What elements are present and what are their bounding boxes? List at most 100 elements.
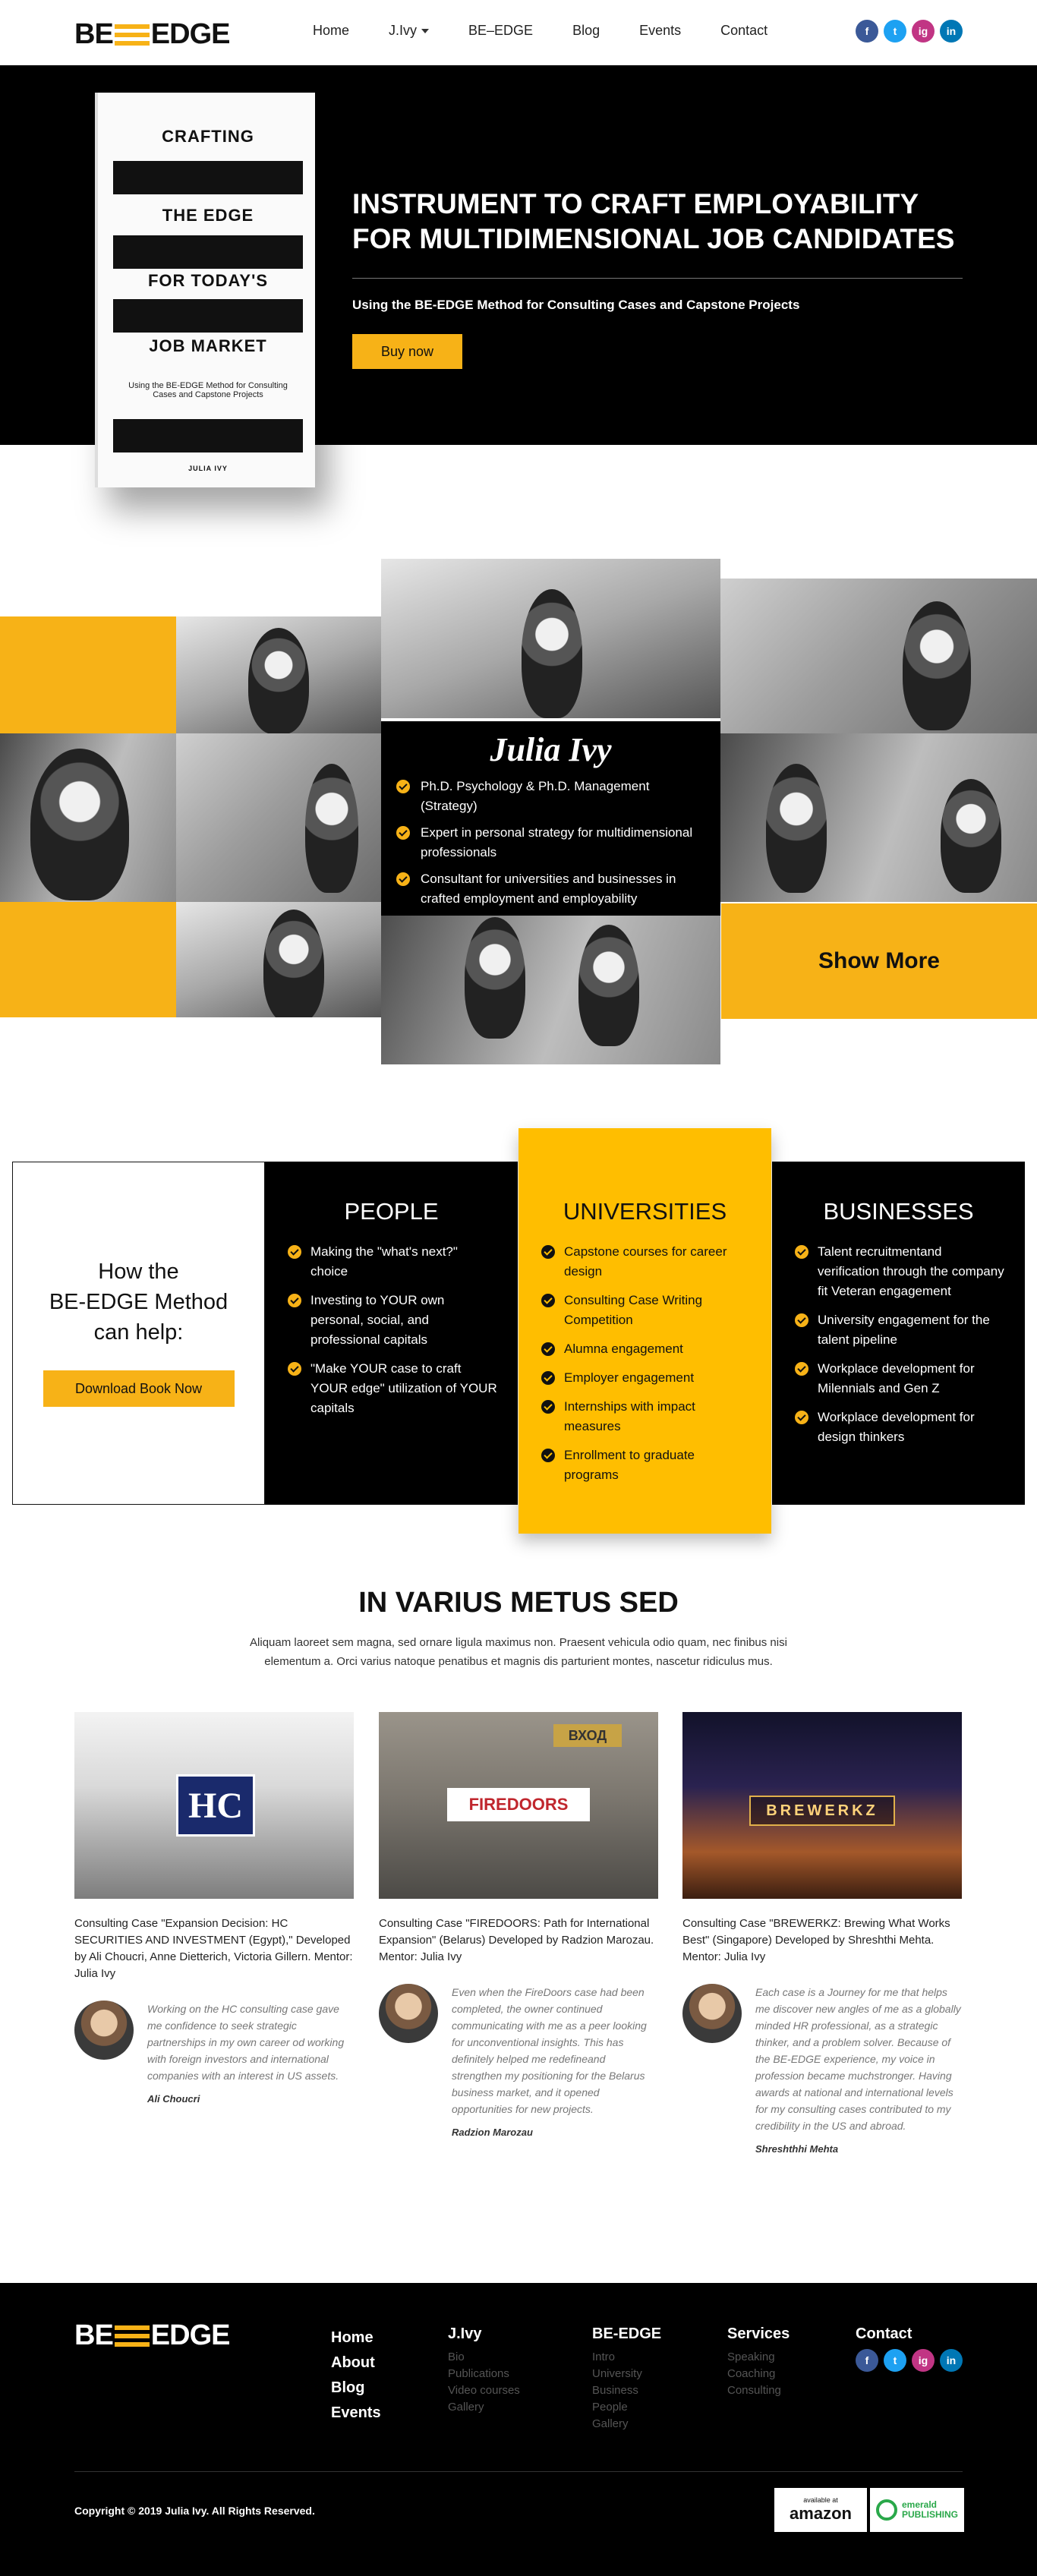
copyright: Copyright © 2019 Julia Ivy. All Rights R… — [74, 2505, 315, 2517]
testimonial-quote: Each case is a Journey for me that helps… — [755, 1986, 961, 2132]
how-intro-card: How the BE-EDGE Method can help: Downloa… — [12, 1162, 265, 1505]
footer-link-events[interactable]: Events — [331, 2404, 381, 2421]
avatar — [379, 1984, 438, 2043]
check-icon — [288, 1362, 301, 1376]
footer-link[interactable]: Coaching — [727, 2367, 775, 2380]
testimonial-author: Radzion Marozau — [452, 2127, 533, 2138]
logo-bars-icon — [114, 24, 150, 46]
twitter-icon[interactable]: t — [884, 2349, 906, 2372]
amazon-badge[interactable]: available at amazon — [774, 2488, 867, 2532]
case-card: BREWERKZ Consulting Case "BREWERKZ: Brew… — [682, 1712, 962, 2155]
facebook-icon[interactable]: f — [856, 20, 878, 43]
list-item-text: Employer engagement — [564, 1370, 695, 1385]
photo-tile — [381, 559, 720, 718]
linkedin-icon[interactable]: in — [940, 20, 963, 43]
testimonial: Working on the HC consulting case gave m… — [74, 2001, 354, 2105]
footer-link[interactable]: Intro — [592, 2351, 615, 2363]
nav-blog[interactable]: Blog — [572, 23, 600, 39]
instagram-icon[interactable]: ig — [912, 20, 935, 43]
nav-be-edge[interactable]: BE–EDGE — [468, 23, 533, 39]
hero-divider — [352, 278, 963, 279]
footer-link[interactable]: Speaking — [727, 2351, 775, 2363]
case-image[interactable]: HC — [74, 1712, 354, 1899]
check-icon — [396, 780, 410, 793]
bio-point-text: Consultant for universities and business… — [421, 872, 676, 906]
testimonial-quote: Working on the HC consulting case gave m… — [147, 2003, 345, 2082]
footer-link[interactable]: People — [592, 2401, 628, 2414]
check-icon — [795, 1362, 808, 1376]
list-item-text: Consulting Case Writing Competition — [564, 1293, 703, 1327]
logo-right-text: EDGE — [150, 18, 231, 50]
testimonial-quote: Even when the FireDoors case had been co… — [452, 1986, 647, 2115]
nav-jivy[interactable]: J.Ivy — [389, 23, 430, 39]
list-item-text: "Make YOUR case to craft YOUR edge" util… — [310, 1361, 497, 1415]
list-item-text: Internships with impact measures — [564, 1399, 695, 1433]
avatar — [74, 2001, 134, 2060]
hero: CRAFTING THE EDGE FOR TODAY'S JOB MARKET… — [0, 65, 1037, 487]
list-item-text: Capstone courses for career design — [564, 1244, 727, 1279]
list-item: Ph.D. Psychology & Ph.D. Management (Str… — [396, 777, 707, 816]
list-item: Making the "what's next?" choice — [288, 1242, 498, 1282]
list-item-text: University engagement for the talent pip… — [818, 1313, 990, 1347]
footer-link[interactable]: Gallery — [592, 2417, 629, 2430]
nav-home[interactable]: Home — [313, 23, 349, 39]
footer-link-blog[interactable]: Blog — [331, 2379, 364, 2396]
bio-point-text: Expert in personal strategy for multidim… — [421, 825, 693, 859]
testimonial: Each case is a Journey for me that helps… — [682, 1984, 962, 2155]
check-icon — [795, 1313, 808, 1327]
photo-tile — [176, 733, 381, 902]
facebook-icon[interactable]: f — [856, 2349, 878, 2372]
list-item-text: Talent recruitmentand verification throu… — [818, 1244, 1004, 1298]
site-logo[interactable]: BE EDGE — [74, 18, 230, 51]
list-item: Workplace development for Milennials and… — [795, 1359, 1005, 1398]
show-more-button[interactable]: Show More — [721, 903, 1037, 1019]
list-item: Workplace development for design thinker… — [795, 1408, 1005, 1447]
how-title-line: BE-EDGE Method — [49, 1290, 229, 1314]
section-lead: Aliquam laoreet sem magna, sed ornare li… — [250, 1636, 787, 1668]
entrance-sign: ВХОД — [553, 1724, 622, 1747]
footer-link-home[interactable]: Home — [331, 2329, 374, 2346]
footer-link[interactable]: Consulting — [727, 2384, 781, 2397]
nav-events[interactable]: Events — [639, 23, 681, 39]
yellow-tile — [0, 902, 176, 1017]
list-item-text: Alumna engagement — [564, 1342, 683, 1356]
case-image[interactable]: BREWERKZ — [682, 1712, 962, 1899]
list-item-text: Making the "what's next?" choice — [310, 1244, 458, 1279]
emerald-badge[interactable]: emerald PUBLISHING — [870, 2488, 964, 2532]
list-item: Consultant for universities and business… — [396, 869, 707, 909]
amazon-badge-caption: available at — [803, 2496, 838, 2504]
emerald-line: emerald — [901, 2499, 938, 2510]
amazon-badge-name: amazon — [790, 2504, 852, 2523]
photo-tile — [720, 579, 1037, 733]
footer-link[interactable]: Video courses — [448, 2384, 520, 2397]
list-item: "Make YOUR case to craft YOUR edge" util… — [288, 1359, 498, 1418]
list-item: Capstone courses for career design — [541, 1242, 752, 1282]
footer-link[interactable]: Bio — [448, 2351, 465, 2363]
footer-link[interactable]: University — [592, 2367, 642, 2380]
download-book-button[interactable]: Download Book Now — [43, 1370, 235, 1407]
book-title-line: FOR TODAY'S — [147, 271, 269, 290]
footer-logo[interactable]: BE EDGE — [74, 2319, 230, 2352]
testimonial: Even when the FireDoors case had been co… — [379, 1984, 658, 2138]
how-title: How the BE-EDGE Method can help: — [13, 1256, 264, 1348]
check-icon — [541, 1400, 555, 1414]
twitter-icon[interactable]: t — [884, 20, 906, 43]
list-item: Expert in personal strategy for multidim… — [396, 823, 707, 862]
case-image[interactable]: ВХОД FIREDOORS — [379, 1712, 658, 1899]
footer-column-services: Services Speaking Coaching Consulting — [727, 2325, 790, 2399]
how-title-line: can help: — [93, 1320, 184, 1345]
nav-contact[interactable]: Contact — [720, 23, 768, 39]
footer-link[interactable]: Business — [592, 2384, 638, 2397]
book-title-line: CRAFTING — [162, 127, 254, 146]
book-title-bar — [113, 161, 303, 194]
instagram-icon[interactable]: ig — [912, 2349, 935, 2372]
footer-link[interactable]: Gallery — [448, 2401, 484, 2414]
businesses-column: BUSINESSES Talent recruitmentand verific… — [772, 1162, 1025, 1505]
testimonial-author: Shreshthhi Mehta — [755, 2143, 839, 2155]
footer-link[interactable]: Publications — [448, 2367, 509, 2380]
footer-link-about[interactable]: About — [331, 2354, 375, 2371]
header-socials: f t ig in — [856, 20, 963, 43]
buy-now-button[interactable]: Buy now — [352, 334, 462, 369]
book-title-line: THE EDGE — [162, 206, 254, 225]
linkedin-icon[interactable]: in — [940, 2349, 963, 2372]
